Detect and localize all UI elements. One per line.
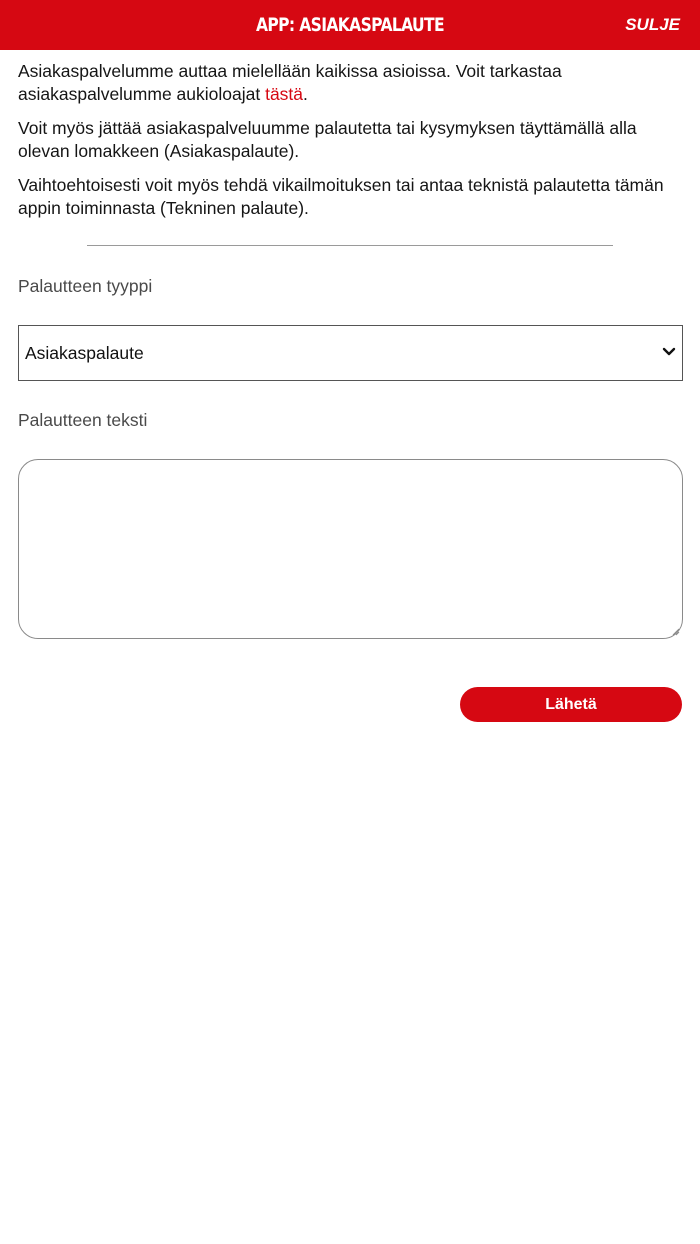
resize-grip-icon[interactable]: [672, 628, 680, 636]
intro-text: Asiakaspalvelumme auttaa mielellään kaik…: [18, 60, 682, 220]
feedback-text-area[interactable]: [18, 459, 683, 639]
intro-paragraph-2: Voit myös jättää asiakaspalveluumme pala…: [18, 118, 637, 161]
top-bar: APP: ASIAKASPALAUTE SULJE: [0, 0, 700, 50]
chevron-down-icon: [662, 347, 676, 356]
close-button[interactable]: SULJE: [625, 0, 680, 50]
opening-hours-link[interactable]: tästä: [265, 84, 303, 104]
main-content: Asiakaspalvelumme auttaa mielellään kaik…: [0, 50, 700, 723]
divider: [87, 245, 613, 246]
intro-paragraph-1-end: .: [303, 84, 308, 104]
page-title: APP: ASIAKASPALAUTE: [255, 14, 445, 36]
feedback-type-selected-value: Asiakaspalaute: [25, 343, 144, 363]
submit-button[interactable]: Lähetä: [460, 687, 682, 722]
intro-paragraph-3: Vaihtoehtoisesti voit myös tehdä vikailm…: [18, 175, 664, 218]
feedback-type-select[interactable]: Asiakaspalaute: [18, 325, 683, 381]
intro-paragraph-1: Asiakaspalvelumme auttaa mielellään kaik…: [18, 60, 682, 106]
form-actions: Lähetä: [18, 639, 682, 723]
feedback-text-label: Palautteen teksti: [18, 410, 148, 430]
feedback-type-label: Palautteen tyyppi: [18, 276, 153, 296]
